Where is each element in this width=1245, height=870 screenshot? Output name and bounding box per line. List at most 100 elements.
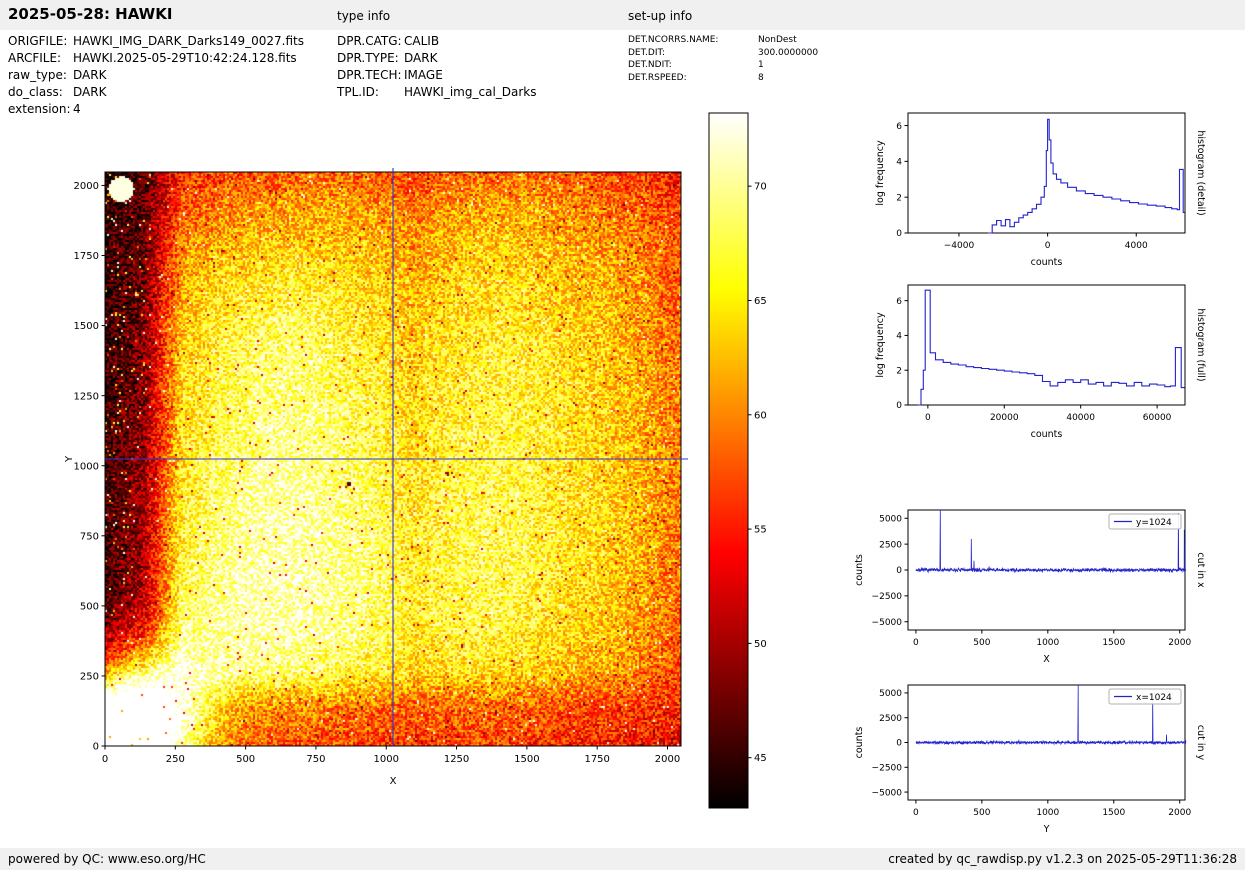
page-title: 2025-05-28: HAWKI [8,5,172,23]
cut-x-axes-box [908,510,1185,630]
footer-right-text: created by qc_rawdisp.py v1.2.3 on 2025-… [888,852,1237,866]
dpr-type-value: DARK [404,50,437,67]
extension-value: 4 [73,101,81,118]
x-tick-label: 0 [913,808,919,818]
x-tick-label: 500 [973,808,990,818]
y-tick-label: 5000 [879,689,902,699]
right-axis-label: cut in y [1195,725,1206,761]
x-tick-label: 1000 [374,754,399,765]
y-axis-label: counts [854,727,865,759]
right-axis-label: histogram (detail) [1195,130,1206,215]
hist-full-axes-box [908,285,1185,405]
legend-label: x=1024 [1136,693,1172,703]
info-row-extension: extension:4 [8,101,304,118]
right-axis-label: cut in x [1195,552,1206,588]
ndit-label: DET.NDIT: [628,59,758,72]
y-tick-label: 2 [896,366,902,376]
info-row-dpr-tech: DPR.TECH:IMAGE [337,67,537,84]
x-tick-label: 750 [306,754,325,765]
dpr-tech-label: DPR.TECH: [337,67,404,84]
y-tick-label: 2 [896,193,902,203]
info-row-ncorrs: DET.NCORRS.NAME:NonDest [628,34,818,47]
info-row-tpl-id: TPL.ID:HAWKI_img_cal_Darks [337,84,537,101]
arcfile-value: HAWKI.2025-05-29T10:42:24.128.fits [73,50,297,67]
y-tick-label: −2500 [872,592,903,602]
rspeed-label: DET.RSPEED: [628,72,758,85]
x-axis-label: counts [1031,257,1063,268]
tpl-id-value: HAWKI_img_cal_Darks [404,84,537,101]
qc-report-page: 2025-05-28: HAWKI type info set-up info … [0,0,1245,870]
y-tick-label: 6 [896,122,902,132]
y-tick-label: 2500 [879,540,902,550]
colorbar-tick-label: 65 [754,296,767,307]
x-tick-label: 1000 [1036,638,1059,648]
x-tick-label: 0 [913,638,919,648]
x-tick-label: 500 [236,754,255,765]
x-tick-label: 0 [102,754,108,765]
x-tick-label: 500 [973,638,990,648]
x-tick-label: 20000 [990,413,1019,423]
dpr-tech-value: IMAGE [404,67,443,84]
ndit-value: 1 [758,59,764,72]
y-tick-label: 0 [896,401,902,411]
type-info-block: DPR.CATG:CALIB DPR.TYPE:DARK DPR.TECH:IM… [337,33,537,101]
y-axis-label: counts [854,554,865,586]
setup-info-block: DET.NCORRS.NAME:NonDest DET.DIT:300.0000… [628,34,818,84]
file-info-block: ORIGFILE:HAWKI_IMG_DARK_Darks149_0027.fi… [8,33,304,118]
y-tick-label: 0 [896,566,902,576]
dpr-catg-label: DPR.CATG: [337,33,404,50]
colorbar-tick-label: 70 [754,182,767,193]
colorbar-tick-label: 50 [754,639,767,650]
y-tick-label: 1500 [74,321,99,332]
y-tick-label: 2000 [74,181,99,192]
dit-label: DET.DIT: [628,47,758,60]
cut-y-series [916,685,1186,745]
y-axis-label: log frequency [875,312,886,378]
footer-bar: powered by QC: www.eso.org/HC created by… [0,848,1245,870]
x-tick-label: 60000 [1143,413,1172,423]
info-row-rawtype: raw_type:DARK [8,67,304,84]
info-row-doclass: do_class:DARK [8,84,304,101]
y-tick-label: 1750 [74,251,99,262]
colorbar-gradient [709,113,748,808]
y-tick-label: 4 [896,158,902,168]
info-row-dpr-type: DPR.TYPE:DARK [337,50,537,67]
y-tick-label: 0 [896,739,902,749]
extension-label: extension: [8,101,73,118]
x-axis-label: X [390,776,397,787]
cut-x-series [916,510,1186,573]
hist-detail-series [988,119,1185,233]
y-tick-label: 1250 [74,391,99,402]
x-tick-label: 2000 [1168,808,1191,818]
header-bar: 2025-05-28: HAWKI type info set-up info [0,0,1245,30]
y-tick-label: −5000 [872,788,903,798]
origfile-value: HAWKI_IMG_DARK_Darks149_0027.fits [73,33,304,50]
colorbar-tick-label: 55 [754,525,767,536]
dpr-catg-value: CALIB [404,33,439,50]
y-tick-label: −2500 [872,764,903,774]
x-tick-label: 1000 [1036,808,1059,818]
x-axis-label: Y [1043,824,1050,835]
y-tick-label: 0 [93,742,99,753]
hist-detail-axes-box [908,113,1185,233]
x-tick-label: 1250 [444,754,469,765]
origfile-label: ORIGFILE: [8,33,73,50]
x-tick-label: 4000 [1125,241,1148,251]
x-tick-label: 0 [1045,241,1051,251]
y-tick-label: 750 [80,531,99,542]
x-tick-label: 2000 [1168,638,1191,648]
x-tick-label: 1750 [584,754,609,765]
tpl-id-label: TPL.ID: [337,84,404,101]
y-tick-label: 4 [896,332,902,342]
dark-frame-image [105,172,681,746]
setup-info-heading: set-up info [628,9,692,23]
rawtype-value: DARK [73,67,106,84]
x-tick-label: 0 [925,413,931,423]
info-row-dit: DET.DIT:300.0000000 [628,47,818,60]
info-row-ndit: DET.NDIT:1 [628,59,818,72]
info-row-arcfile: ARCFILE:HAWKI.2025-05-29T10:42:24.128.fi… [8,50,304,67]
rspeed-value: 8 [758,72,764,85]
y-tick-label: 500 [80,601,99,612]
x-axis-label: X [1043,654,1050,665]
info-row-dpr-catg: DPR.CATG:CALIB [337,33,537,50]
